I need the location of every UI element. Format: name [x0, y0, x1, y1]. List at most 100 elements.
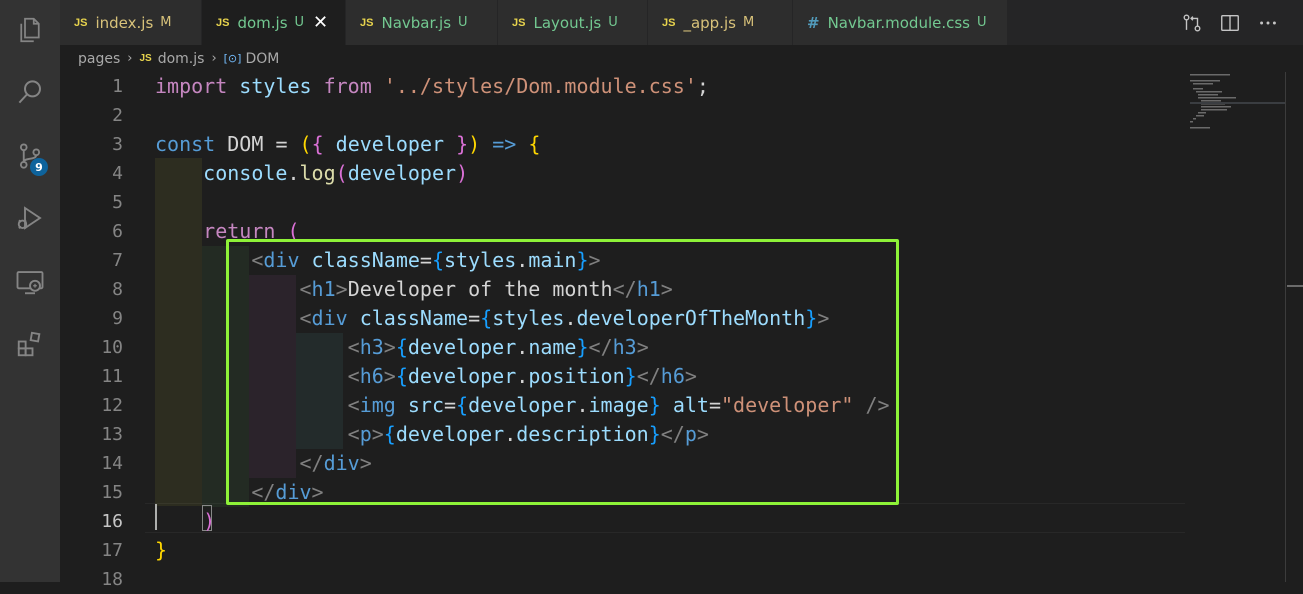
tab-status: U	[608, 15, 618, 30]
chevron-right-icon: ›	[127, 51, 133, 66]
split-editor-icon[interactable]	[1219, 12, 1241, 34]
scrollbar-track	[1285, 72, 1286, 582]
code-token: .	[287, 161, 300, 185]
code-token: (	[335, 161, 348, 185]
breadcrumb-folder[interactable]: pages	[78, 51, 120, 67]
chevron-right-icon: ›	[211, 51, 217, 66]
line-number: 15	[101, 482, 123, 503]
line-number: 18	[101, 569, 123, 590]
code-token: )	[203, 509, 216, 533]
tab-status: U	[977, 15, 987, 30]
code-token: import	[155, 74, 228, 98]
js-file-icon: JS	[662, 16, 676, 29]
line-number: 2	[112, 105, 123, 126]
breadcrumb-symbol[interactable]: DOM	[245, 51, 279, 67]
line-number: 11	[101, 366, 123, 387]
js-file-icon: JS	[216, 16, 230, 29]
tab-label: Layout.js	[533, 13, 602, 32]
tab-label: index.js	[95, 13, 154, 32]
code-token: console	[203, 161, 288, 185]
open-changes-icon[interactable]	[1181, 12, 1203, 34]
tab-status: M	[742, 15, 755, 30]
tab-label: _app.js	[683, 13, 736, 32]
line-number: 3	[112, 134, 123, 155]
code-line: import styles from '../styles/Dom.module…	[155, 72, 709, 101]
tab-layout-js[interactable]: JS Layout.js U	[498, 0, 648, 45]
code-token: log	[299, 161, 336, 185]
code-line: console.log(developer)	[155, 159, 468, 188]
line-number: 6	[112, 221, 123, 242]
line-number: 7	[112, 250, 123, 271]
tab-status: U	[458, 15, 468, 30]
code-token: developer	[347, 161, 457, 185]
code-token: developer	[335, 132, 445, 156]
run-debug-icon[interactable]	[0, 194, 60, 242]
tab-status: U	[294, 15, 305, 30]
scroll-position-marker	[1287, 285, 1303, 287]
css-file-icon: #	[807, 13, 820, 32]
js-file-icon: JS	[74, 16, 88, 29]
js-file-icon: JS	[512, 16, 526, 29]
line-number: 4	[112, 163, 123, 184]
code-line: )	[155, 507, 215, 536]
code-token: }	[155, 538, 168, 562]
tab-label: dom.js	[237, 13, 288, 32]
line-number: 14	[101, 453, 123, 474]
remote-explorer-icon[interactable]	[0, 258, 60, 306]
code-token: )	[456, 161, 469, 185]
code-line: }	[155, 536, 167, 565]
minimap[interactable]	[1190, 72, 1285, 152]
code-token: {	[528, 132, 541, 156]
line-number-gutter: 1 2 3 4 5 6 7 8 9 10 11 12 13 14 15 16 17 18	[60, 72, 145, 590]
code-line: const DOM = ({ developer }) => {	[155, 130, 540, 159]
line-number: 8	[112, 279, 123, 300]
tab-bar: JS index.js M JS dom.js U ✕ JS Navbar.js…	[60, 0, 1303, 45]
tab-app-js[interactable]: JS _app.js M	[648, 0, 793, 45]
tab-navbar-js[interactable]: JS Navbar.js U	[346, 0, 498, 45]
line-number: 16	[101, 511, 123, 532]
explorer-icon[interactable]	[0, 6, 60, 54]
line-number: 17	[101, 540, 123, 561]
tab-dom-js[interactable]: JS dom.js U ✕	[202, 0, 346, 45]
line-number: 12	[101, 395, 123, 416]
line-number: 5	[112, 192, 123, 213]
code-token: (	[299, 132, 312, 156]
more-actions-icon[interactable]	[1257, 12, 1279, 34]
line-number: 10	[101, 337, 123, 358]
js-file-icon: JS	[360, 16, 374, 29]
code-token: styles	[239, 74, 312, 98]
tab-index-js[interactable]: JS index.js M	[60, 0, 202, 45]
source-control-badge: 9	[30, 158, 48, 176]
activity-bar: 9	[0, 0, 60, 582]
code-token: const	[155, 132, 216, 156]
extensions-icon[interactable]	[0, 320, 60, 368]
code-token: '../styles/Dom.module.css'	[383, 74, 697, 98]
code-token: =>	[492, 132, 517, 156]
search-icon[interactable]	[0, 68, 60, 116]
close-icon[interactable]: ✕	[313, 13, 328, 32]
code-token: )	[468, 132, 481, 156]
code-token: }	[456, 132, 469, 156]
breadcrumb-file[interactable]: dom.js	[158, 51, 205, 67]
annotation-highlight-box	[226, 239, 899, 505]
line-number: 9	[112, 308, 123, 329]
code-token: from	[323, 74, 372, 98]
source-control-icon[interactable]: 9	[0, 132, 60, 180]
code-token: {	[311, 132, 324, 156]
line-number: 1	[112, 76, 123, 97]
vertical-scrollbar[interactable]	[1285, 72, 1303, 582]
breadcrumb: pages › JS dom.js › [⊙] DOM	[60, 45, 1303, 72]
symbol-variable-icon: [⊙]	[223, 52, 242, 65]
tab-status: M	[160, 15, 172, 30]
tab-navbar-module-css[interactable]: # Navbar.module.css U	[793, 0, 1008, 45]
